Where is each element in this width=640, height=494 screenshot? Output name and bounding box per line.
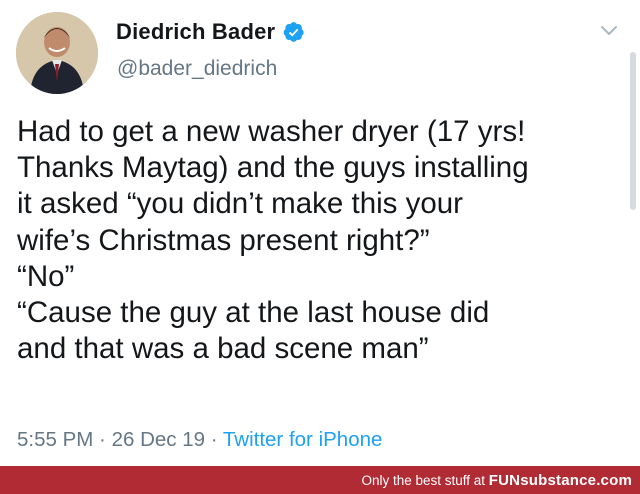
avatar[interactable] [16, 12, 98, 94]
tweet-line: Thanks Maytag) and the guys installing [17, 151, 529, 185]
meta-separator: · [93, 428, 112, 451]
tweet-line: “No” [17, 259, 75, 293]
verified-badge-icon [283, 22, 304, 42]
scrollbar[interactable] [630, 52, 636, 210]
tweet-line: Had to get a new washer dryer (17 yrs! [17, 115, 526, 148]
tweet-screenshot: Diedrich Bader @bader_diedrich Had to ge… [0, 0, 640, 494]
watermark-footer: Only the best stuff at FUNsubstance.com [0, 466, 640, 494]
tweet-line: wife’s Christmas present right?” [17, 223, 430, 257]
watermark-text: Only the best stuff at FUNsubstance.com [361, 472, 632, 489]
watermark-tagline: Only the best stuff at [361, 473, 489, 488]
tweet-source-link[interactable]: Twitter for iPhone [223, 428, 383, 451]
tweet-line: it asked “you didn’t make this your [17, 187, 463, 221]
tweet-date[interactable]: 26 Dec 19 [112, 428, 205, 451]
tweet-time[interactable]: 5:55 PM [17, 428, 93, 451]
avatar-photo [16, 12, 98, 94]
chevron-down-icon[interactable] [600, 25, 618, 37]
user-handle[interactable]: @bader_diedrich [117, 57, 277, 81]
meta-separator: · [205, 428, 223, 451]
tweet-line: and that was a bad scene man” [17, 332, 429, 366]
author-name-row: Diedrich Bader [116, 19, 305, 45]
tweet-line: “Cause the guy at the last house did [17, 296, 490, 330]
tweet-metadata: 5:55 PM · 26 Dec 19 · Twitter for iPhone [17, 428, 382, 452]
tweet-text: Had to get a new washer dryer (17 yrs! T… [17, 114, 625, 367]
watermark-brand[interactable]: FUNsubstance.com [489, 472, 632, 489]
display-name[interactable]: Diedrich Bader [116, 19, 275, 45]
